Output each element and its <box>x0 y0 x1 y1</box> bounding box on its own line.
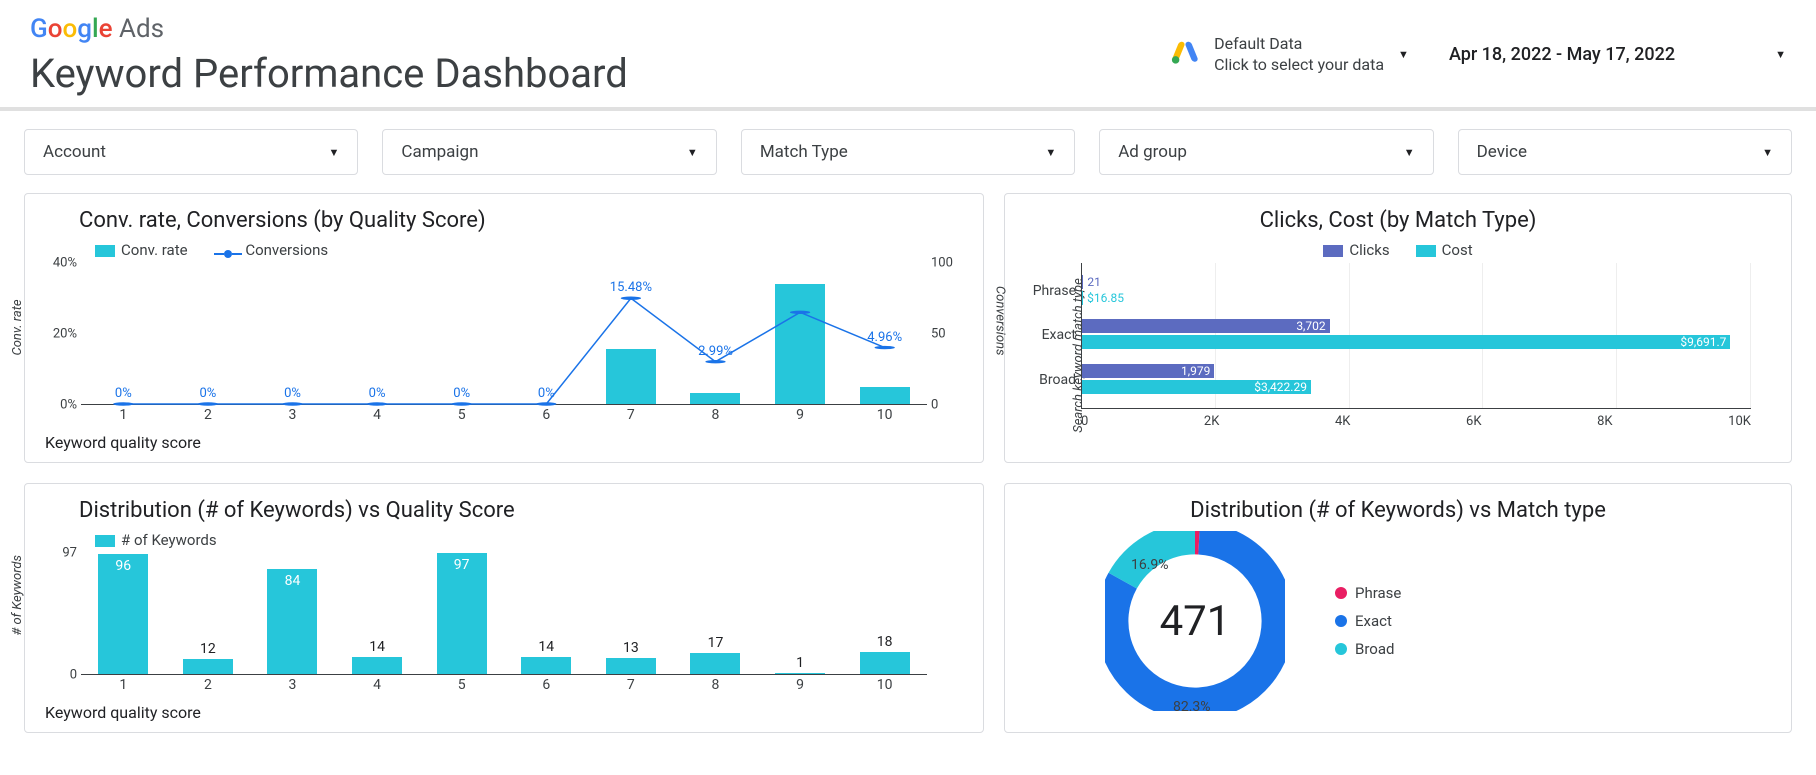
chart1-y2-ticks: 100 50 0 <box>927 263 963 405</box>
header-right: Default Data Click to select your data ▼… <box>1170 14 1786 76</box>
chevron-down-icon: ▼ <box>687 146 698 159</box>
chart1-title: Conv. rate, Conversions (by Quality Scor… <box>79 208 963 233</box>
chart1-plot-area: Conv. rate Conversions 40% 20% 0% 100 50… <box>81 263 927 433</box>
filter-campaign[interactable]: Campaign▼ <box>382 129 716 175</box>
chart2-title: Distribution (# of Keywords) vs Quality … <box>79 498 963 523</box>
filter-match-type[interactable]: Match Type▼ <box>741 129 1075 175</box>
filter-device[interactable]: Device▼ <box>1458 129 1792 175</box>
filters-row: Account▼ Campaign▼ Match Type▼ Ad group▼… <box>0 111 1816 193</box>
legend-item-phrase: Phrase <box>1335 584 1401 602</box>
panel-distribution-quality: Distribution (# of Keywords) vs Quality … <box>24 483 984 733</box>
chart3-title: Clicks, Cost (by Match Type) <box>1025 208 1771 233</box>
legend-item-conversions: Conversions <box>214 241 329 259</box>
legend-item-broad: Broad <box>1335 640 1401 658</box>
chart4-title: Distribution (# of Keywords) vs Match ty… <box>1025 498 1771 523</box>
chart3-legend: Clicks Cost <box>1025 241 1771 259</box>
donut-slice-labels: 16.9% 82.3% <box>1105 531 1285 711</box>
google-ads-logo: Google Ads <box>30 14 1170 44</box>
legend-item-exact: Exact <box>1335 612 1401 630</box>
chevron-down-icon: ▼ <box>1398 48 1409 61</box>
panel-conv-rate-conversions: Conv. rate, Conversions (by Quality Scor… <box>24 193 984 463</box>
chart2-plot-area: # of Keywords 97 0 9612841497141317118 1… <box>81 553 927 703</box>
legend-item-cost: Cost <box>1416 241 1473 259</box>
chevron-down-icon: ▼ <box>1775 48 1786 61</box>
data-source-text: Default Data Click to select your data <box>1214 34 1384 76</box>
filter-account[interactable]: Account▼ <box>24 129 358 175</box>
chart4-legend: Phrase Exact Broad <box>1335 584 1401 658</box>
chevron-down-icon: ▼ <box>1045 146 1056 159</box>
chart4-plot-area: 471 16.9% 82.3% Phrase Exact Broad <box>1025 531 1771 711</box>
header-left: Google Ads Keyword Performance Dashboard <box>30 14 1170 97</box>
chevron-down-icon: ▼ <box>329 146 340 159</box>
chart1-y1-ticks: 40% 20% 0% <box>47 263 81 405</box>
chevron-down-icon: ▼ <box>1404 146 1415 159</box>
chart1-x-label: Keyword quality score <box>45 433 963 452</box>
chart2-y-ticks: 97 0 <box>51 553 81 675</box>
legend-item-keywords: # of Keywords <box>95 531 217 549</box>
data-source-selector[interactable]: Default Data Click to select your data ▼ <box>1170 34 1409 76</box>
chart2-x-label: Keyword quality score <box>45 703 963 722</box>
chart1-y1-title: Conv. rate <box>10 300 25 356</box>
page-title: Keyword Performance Dashboard <box>30 50 1170 97</box>
panel-clicks-cost: Clicks, Cost (by Match Type) Clicks Cost… <box>1004 193 1792 463</box>
legend-item-clicks: Clicks <box>1323 241 1389 259</box>
chevron-down-icon: ▼ <box>1762 146 1773 159</box>
header: Google Ads Keyword Performance Dashboard… <box>0 0 1816 111</box>
panel-distribution-match-type: Distribution (# of Keywords) vs Match ty… <box>1004 483 1792 733</box>
chart1-legend: Conv. rate Conversions <box>95 241 963 259</box>
chart2-legend: # of Keywords <box>95 531 963 549</box>
google-ads-icon <box>1170 38 1200 72</box>
donut-chart: 471 16.9% 82.3% <box>1105 531 1285 711</box>
chart1-y2-title: Conversions <box>993 286 1008 356</box>
chart2-y-title: # of Keywords <box>10 555 25 635</box>
filter-ad-group[interactable]: Ad group▼ <box>1099 129 1433 175</box>
chart3-plot-area: Search keyword match type Phrase21$16.85… <box>1081 263 1751 433</box>
panels-grid: Conv. rate, Conversions (by Quality Scor… <box>0 193 1816 753</box>
date-range-selector[interactable]: Apr 18, 2022 - May 17, 2022 ▼ <box>1449 44 1786 65</box>
legend-item-conv-rate: Conv. rate <box>95 241 188 259</box>
